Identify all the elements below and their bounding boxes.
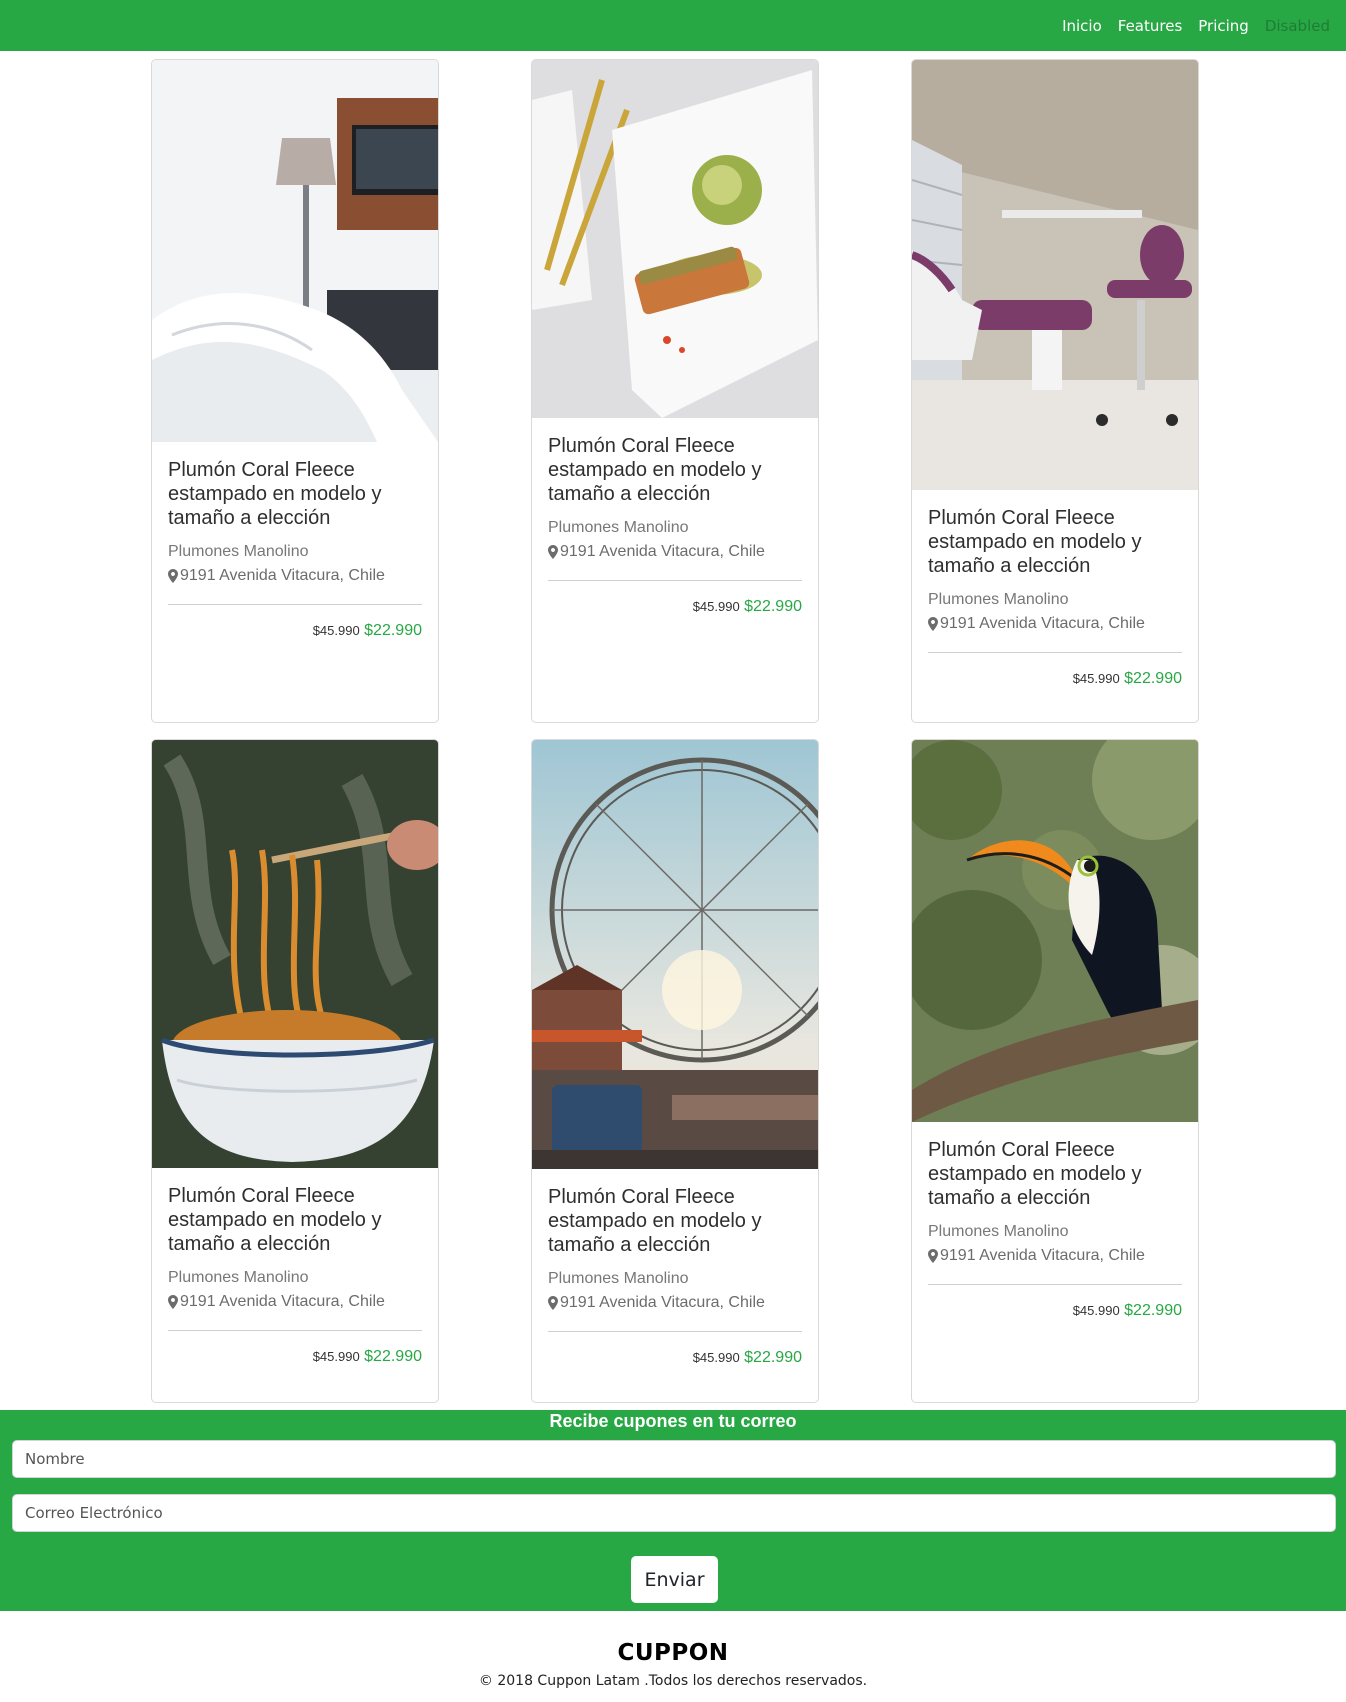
divider [548,1331,802,1332]
deal-image-salmon-dish[interactable] [532,60,818,418]
discount-price: $22.990 [744,1349,802,1366]
card-body: Plumón Coral Fleece estampado en modelo … [912,1122,1198,1336]
deal-card[interactable]: Plumón Coral Fleece estampado en modelo … [531,739,819,1403]
discount-price: $22.990 [1124,670,1182,687]
deal-image-toucan[interactable] [912,740,1198,1122]
card-body: Plumón Coral Fleece estampado en modelo … [532,418,818,632]
map-pin-icon [928,1249,938,1263]
name-field[interactable] [12,1440,1336,1478]
address-text: 9191 Avenida Vitacura, Chile [940,615,1145,632]
deal-title[interactable]: Plumón Coral Fleece estampado en modelo … [548,1185,802,1257]
merchant-name: Plumones Manolino [548,519,689,536]
nav-link-inicio[interactable]: Inicio [1062,17,1102,35]
nav-link-disabled: Disabled [1264,16,1330,35]
newsletter-section: Recibe cupones en tu correo Enviar [0,1410,1346,1611]
address-text: 9191 Avenida Vitacura, Chile [560,543,765,560]
address-text: 9191 Avenida Vitacura, Chile [560,1294,765,1311]
price-row: $45.990 $22.990 [548,598,802,616]
original-price: $45.990 [312,1349,360,1364]
deal-address: 9191 Avenida Vitacura, Chile [168,1290,422,1314]
discount-price: $22.990 [1124,1302,1182,1319]
price-row: $45.990 $22.990 [548,1349,802,1367]
nav-link-pricing[interactable]: Pricing [1198,17,1249,35]
divider [928,1284,1182,1285]
nav-links: Inicio Features Pricing Disabled [1062,0,1330,51]
merchant-name: Plumones Manolino [928,1223,1069,1240]
merchant-name: Plumones Manolino [168,1269,309,1286]
price-row: $45.990 $22.990 [928,670,1182,688]
card-body: Plumón Coral Fleece estampado en modelo … [532,1169,818,1383]
footer-copyright: © 2018 Cuppon Latam .Todos los derechos … [478,1673,868,1689]
divider [168,604,422,605]
deal-card[interactable]: Plumón Coral Fleece estampado en modelo … [151,59,439,723]
nav-link-features[interactable]: Features [1118,17,1183,35]
map-pin-icon [548,1296,558,1310]
divider [548,580,802,581]
divider [168,1330,422,1331]
deal-image-ferris-wheel[interactable] [532,740,818,1169]
deal-address: 9191 Avenida Vitacura, Chile [548,540,802,564]
deal-image-noodle-bowl[interactable] [152,740,438,1168]
deal-image-dental-chair[interactable] [912,60,1198,490]
address-text: 9191 Avenida Vitacura, Chile [940,1247,1145,1264]
original-price: $45.990 [692,1350,740,1365]
price-row: $45.990 $22.990 [168,622,422,640]
email-field[interactable] [12,1494,1336,1532]
discount-price: $22.990 [744,598,802,615]
original-price: $45.990 [1072,1303,1120,1318]
deal-title[interactable]: Plumón Coral Fleece estampado en modelo … [168,1184,422,1256]
newsletter-title: Recibe cupones en tu correo [549,1411,797,1431]
submit-button[interactable]: Enviar [631,1556,718,1603]
price-row: $45.990 $22.990 [168,1348,422,1366]
deal-card[interactable]: Plumón Coral Fleece estampado en modelo … [531,59,819,723]
original-price: $45.990 [312,623,360,638]
discount-price: $22.990 [364,622,422,639]
deal-title[interactable]: Plumón Coral Fleece estampado en modelo … [168,458,422,530]
deal-image-hotel-bedroom[interactable] [152,60,438,442]
original-price: $45.990 [1072,671,1120,686]
deal-card[interactable]: Plumón Coral Fleece estampado en modelo … [911,59,1199,723]
map-pin-icon [168,1295,178,1309]
deal-title[interactable]: Plumón Coral Fleece estampado en modelo … [928,1138,1182,1210]
merchant-name: Plumones Manolino [928,591,1069,608]
map-pin-icon [928,617,938,631]
deal-address: 9191 Avenida Vitacura, Chile [928,612,1182,636]
discount-price: $22.990 [364,1348,422,1365]
card-body: Plumón Coral Fleece estampado en modelo … [152,1168,438,1382]
deal-title[interactable]: Plumón Coral Fleece estampado en modelo … [548,434,802,506]
merchant-name: Plumones Manolino [548,1270,689,1287]
merchant-name: Plumones Manolino [168,543,309,560]
deal-card[interactable]: Plumón Coral Fleece estampado en modelo … [151,739,439,1403]
card-body: Plumón Coral Fleece estampado en modelo … [152,442,438,656]
card-body: Plumón Coral Fleece estampado en modelo … [912,490,1198,704]
original-price: $45.990 [692,599,740,614]
top-navbar: Inicio Features Pricing Disabled [0,0,1346,51]
address-text: 9191 Avenida Vitacura, Chile [180,1293,385,1310]
map-pin-icon [548,545,558,559]
address-text: 9191 Avenida Vitacura, Chile [180,567,385,584]
divider [928,652,1182,653]
deal-address: 9191 Avenida Vitacura, Chile [168,564,422,588]
footer-logo: CUPPON [617,1640,729,1666]
deal-card[interactable]: Plumón Coral Fleece estampado en modelo … [911,739,1199,1403]
deal-address: 9191 Avenida Vitacura, Chile [548,1291,802,1315]
price-row: $45.990 $22.990 [928,1302,1182,1320]
deal-address: 9191 Avenida Vitacura, Chile [928,1244,1182,1268]
deal-title[interactable]: Plumón Coral Fleece estampado en modelo … [928,506,1182,578]
map-pin-icon [168,569,178,583]
